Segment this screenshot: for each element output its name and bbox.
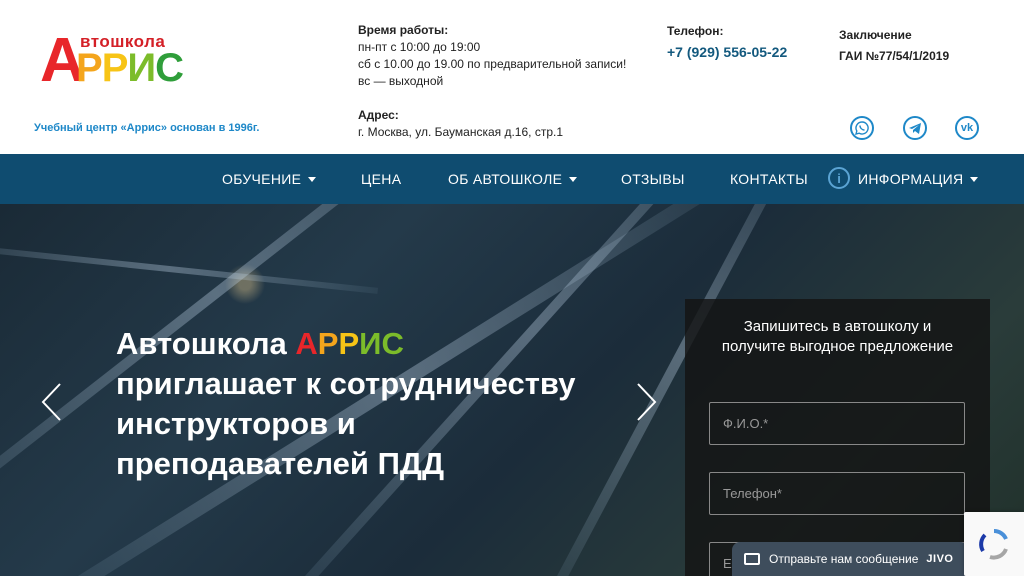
hero-title: Автошкола АРРИС приглашает к сотрудничес…: [116, 324, 575, 484]
conclusion-title: Заключение: [839, 28, 912, 42]
conclusion-number: ГАИ №77/54/1/2019: [839, 49, 950, 63]
info-icon[interactable]: i: [828, 167, 850, 189]
chevron-down-icon: [569, 177, 578, 182]
slider-prev-arrow-icon[interactable]: [40, 382, 62, 422]
logo-brand-text: РРИС: [76, 46, 184, 90]
recaptcha-badge[interactable]: [964, 512, 1024, 576]
hours-line: пн-пт с 10:00 до 19:00: [358, 40, 481, 54]
address-block: Адрес: г. Москва, ул. Бауманская д.16, с…: [358, 107, 563, 141]
phone-link[interactable]: +7 (929) 556-05-22: [667, 44, 787, 60]
tagline: Учебный центр «Аррис» основан в 1996г.: [34, 122, 260, 134]
signup-form: Запишитесь в автошколу и получите выгодн…: [685, 299, 990, 576]
telegram-icon[interactable]: [903, 116, 927, 140]
vk-icon-label: vk: [960, 122, 974, 134]
name-field[interactable]: [709, 402, 965, 445]
nav-item-training[interactable]: ОБУЧЕНИЕ: [222, 171, 317, 187]
hours-line: вс — выходной: [358, 74, 444, 88]
chevron-down-icon: [308, 177, 317, 182]
working-hours-title: Время работы:: [358, 23, 449, 37]
phone-title: Телефон:: [667, 24, 724, 38]
hero-title-line: преподавателей ПДД: [116, 446, 445, 481]
chevron-down-icon: [970, 177, 979, 182]
whatsapp-icon[interactable]: [850, 116, 874, 140]
road-decoration: [0, 244, 379, 294]
nav-item-information[interactable]: ИНФОРМАЦИЯ: [858, 171, 979, 187]
message-icon: [744, 553, 760, 565]
vk-icon[interactable]: vk: [955, 116, 979, 140]
address-value: г. Москва, ул. Бауманская д.16, стр.1: [358, 125, 564, 139]
hero-title-line: инструкторов и: [116, 406, 356, 441]
site-header: А втошкола РРИС Учебный центр «Аррис» ос…: [0, 0, 1024, 154]
main-nav: ОБУЧЕНИЕ ЦЕНА ОБ АВТОШКОЛЕ ОТЗЫВЫ КОНТАК…: [0, 154, 1024, 204]
conclusion-block: Заключение ГАИ №77/54/1/2019: [839, 25, 949, 67]
jivo-brand: JIVO: [926, 553, 954, 565]
hero-title-line: приглашает к сотрудничеству: [116, 366, 576, 401]
jivo-chat-button[interactable]: Отправьте нам сообщение JIVO: [732, 542, 968, 576]
hours-line: сб с 10.00 до 19.00 по предварительной з…: [358, 57, 627, 71]
nav-item-price[interactable]: ЦЕНА: [361, 171, 401, 187]
hero-slider: Автошкола АРРИС приглашает к сотрудничес…: [0, 204, 1024, 576]
nav-item-about[interactable]: ОБ АВТОШКОЛЕ: [448, 171, 578, 187]
phone-block: Телефон: +7 (929) 556-05-22: [667, 24, 787, 60]
form-title: Запишитесь в автошколу и получите выгодн…: [721, 318, 954, 355]
jivo-label: Отправьте нам сообщение: [769, 552, 919, 566]
working-hours: Время работы: пн-пт с 10:00 до 19:00 сб …: [358, 22, 626, 90]
nav-item-contacts[interactable]: КОНТАКТЫ: [730, 171, 808, 187]
address-title: Адрес:: [358, 108, 399, 122]
site-logo[interactable]: А втошкола РРИС: [40, 30, 190, 96]
phone-field[interactable]: [709, 472, 965, 515]
slider-next-arrow-icon[interactable]: [636, 382, 658, 422]
nav-item-reviews[interactable]: ОТЗЫВЫ: [621, 171, 685, 187]
recaptcha-icon: [979, 529, 1008, 560]
